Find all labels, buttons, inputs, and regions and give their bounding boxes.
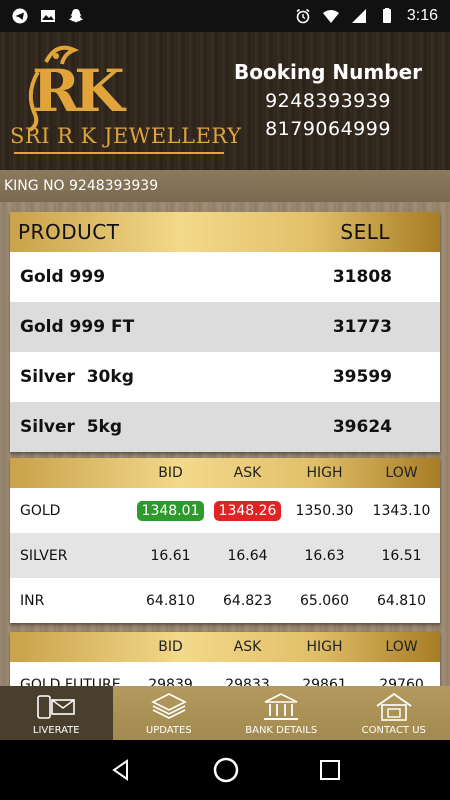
high-value: 29861 (302, 676, 347, 687)
spot-table-header: BID ASK HIGH LOW (10, 458, 440, 488)
logo-underline (14, 152, 224, 154)
booking-title: Booking Number (234, 60, 422, 84)
nav-bank-details-label: BANK DETAILS (245, 725, 318, 736)
spot-row: INR 64.810 64.823 65.060 64.810 (10, 578, 440, 623)
status-bar-left (12, 8, 84, 24)
low-value: 1343.10 (372, 502, 431, 519)
low-header: LOW (385, 465, 418, 481)
system-navigation-bar (0, 740, 450, 800)
bid-value: 1348.01 (136, 500, 205, 521)
product-table-header: PRODUCT SELL (10, 212, 440, 252)
product-sell: 39599 (332, 367, 392, 387)
nav-contact-us-label: CONTACT US (361, 725, 426, 736)
booking-number-2[interactable]: 8179064999 (234, 118, 422, 140)
spot-row: SILVER 16.61 16.64 16.63 16.51 (10, 533, 440, 578)
low-header: LOW (385, 639, 418, 655)
nav-contact-us[interactable]: CONTACT US (338, 686, 450, 740)
sell-header-label: SELL (340, 220, 390, 244)
logo-initials: RK (32, 57, 125, 125)
product-name: Silver 30kg (20, 367, 134, 387)
marquee-text: KING NO 9248393939 (4, 178, 159, 194)
logo-name: SRI R K JEWELLERY (10, 124, 242, 148)
product-name: Gold 999 FT (20, 317, 135, 337)
devices-icon (37, 695, 76, 719)
home-icon[interactable] (212, 756, 240, 784)
product-row: Silver 30kg 39599 (10, 352, 440, 402)
ask-header: ASK (233, 639, 262, 655)
brand-logo: RK SRI R K JEWELLERY (10, 40, 241, 162)
high-value: 65.060 (300, 592, 349, 609)
nav-updates-label: UPDATES (145, 725, 192, 736)
bid-header: BID (158, 639, 183, 655)
bid-value: 29839 (148, 676, 193, 687)
high-header: HIGH (306, 639, 343, 655)
high-value: 16.63 (304, 547, 345, 564)
wifi-icon (322, 10, 339, 23)
product-rates-card: PRODUCT SELL Gold 999 31808 Gold 999 FT … (10, 212, 440, 452)
bid-value: 16.61 (150, 547, 191, 564)
gallery-icon (41, 10, 55, 22)
high-value: 1350.30 (295, 502, 354, 519)
high-header: HIGH (306, 465, 343, 481)
spot-name: SILVER (20, 547, 68, 564)
future-name: GOLD FUTURE (20, 676, 121, 687)
status-bar-right: 3:16 (295, 7, 438, 25)
booking-info: Booking Number 9248393939 8179064999 (234, 60, 422, 140)
ask-value: 29833 (225, 676, 270, 687)
battery-icon (382, 8, 391, 23)
snapchat-icon (69, 9, 83, 23)
app-header: RK SRI R K JEWELLERY Booking Number 9248… (0, 32, 450, 170)
telegram-icon (12, 8, 28, 24)
bank-icon (264, 693, 299, 720)
future-rates-card: BID ASK HIGH LOW GOLD FUTURE 29839 29833… (10, 632, 440, 686)
nav-liverate[interactable]: LIVERATE (0, 686, 113, 740)
future-row: GOLD FUTURE 29839 29833 29861 29760 (10, 662, 440, 687)
booking-marquee: KING NO 9248393939 (0, 170, 450, 202)
product-sell: 31808 (332, 267, 392, 287)
nav-liverate-label: LIVERATE (32, 725, 80, 736)
ask-value: 64.823 (223, 592, 272, 609)
alarm-icon (296, 8, 310, 24)
ask-value: 1348.26 (213, 500, 282, 521)
product-row: Silver 5kg 39624 (10, 402, 440, 452)
spot-rates-card: BID ASK HIGH LOW GOLD 1348.01 1348.26 13… (10, 458, 440, 623)
spot-name: INR (20, 592, 45, 609)
ask-header: ASK (233, 465, 262, 481)
product-sell: 31773 (332, 317, 392, 337)
product-row: Gold 999 FT 31773 (10, 302, 440, 352)
rates-content[interactable]: PRODUCT SELL Gold 999 31808 Gold 999 FT … (0, 202, 450, 686)
status-bar: 3:16 (0, 0, 450, 32)
back-icon[interactable] (109, 758, 133, 782)
home-contact-icon (376, 692, 412, 721)
recents-icon[interactable] (319, 759, 341, 781)
ask-value: 16.64 (227, 547, 268, 564)
low-value: 16.51 (381, 547, 422, 564)
booking-number-1[interactable]: 9248393939 (234, 90, 422, 112)
product-name: Silver 5kg (20, 417, 123, 437)
product-row: Gold 999 31808 (10, 252, 440, 302)
low-value: 29760 (379, 676, 424, 687)
bid-header: BID (158, 465, 183, 481)
bottom-navigation: LIVERATE UPDATES BANK DETAILS CONTACT US (0, 686, 450, 740)
future-table-header: BID ASK HIGH LOW (10, 632, 440, 662)
nav-updates[interactable]: UPDATES (113, 686, 226, 740)
spot-row: GOLD 1348.01 1348.26 1350.30 1343.10 (10, 488, 440, 533)
bid-value: 64.810 (146, 592, 195, 609)
nav-bank-details[interactable]: BANK DETAILS (225, 686, 338, 740)
product-sell: 39624 (332, 417, 392, 437)
product-name: Gold 999 (20, 267, 106, 287)
newspaper-stack-icon (150, 693, 187, 719)
signal-icon (351, 9, 366, 23)
low-value: 64.810 (377, 592, 426, 609)
product-header-label: PRODUCT (18, 220, 120, 244)
spot-name: GOLD (20, 502, 61, 519)
status-time: 3:16 (406, 7, 438, 24)
